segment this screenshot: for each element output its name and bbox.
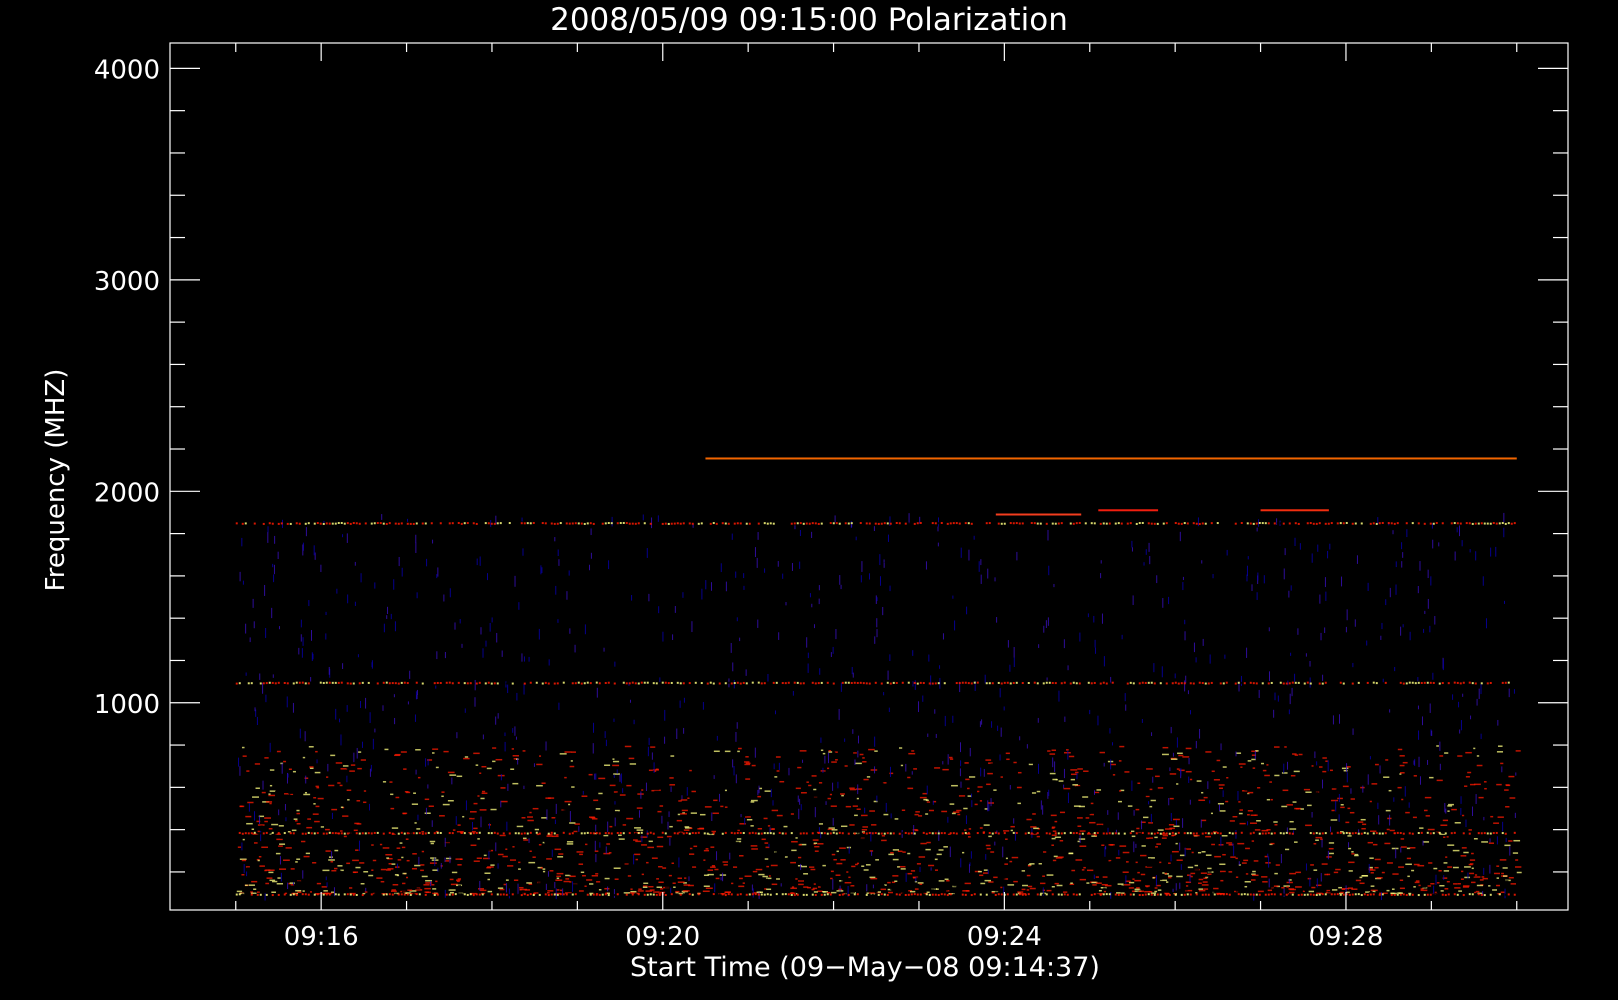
- feature-9-bright-band: [705, 457, 1517, 460]
- x-tick-label: 09:16: [284, 922, 359, 952]
- y-axis-label: Frequency (MHZ): [41, 369, 71, 592]
- feature-4-segment: [995, 513, 1082, 516]
- chart-title: 2008/05/09 09:15:00 Polarization: [550, 2, 1068, 38]
- y-tick-label: 3000: [94, 267, 160, 297]
- feature-5-segment: [1098, 509, 1159, 512]
- chart-background: [0, 0, 1618, 1000]
- feature-7-segment: [1260, 509, 1329, 512]
- y-tick-label: 4000: [94, 55, 160, 85]
- feature-6-segment: [1166, 509, 1253, 512]
- x-tick-label: 09:20: [625, 922, 700, 952]
- x-axis-label: Start Time (09−May−08 09:14:37): [630, 952, 1100, 983]
- spectrogram-chart: 2008/05/09 09:15:00 Polarization 09:16 09…: [0, 0, 1618, 1000]
- x-tick-label: 09:24: [967, 922, 1042, 952]
- y-tick-label: 2000: [94, 478, 160, 508]
- x-tick-label: 09:28: [1308, 922, 1383, 952]
- feature-8-dark-band: [235, 457, 663, 460]
- y-tick-label: 1000: [94, 690, 160, 720]
